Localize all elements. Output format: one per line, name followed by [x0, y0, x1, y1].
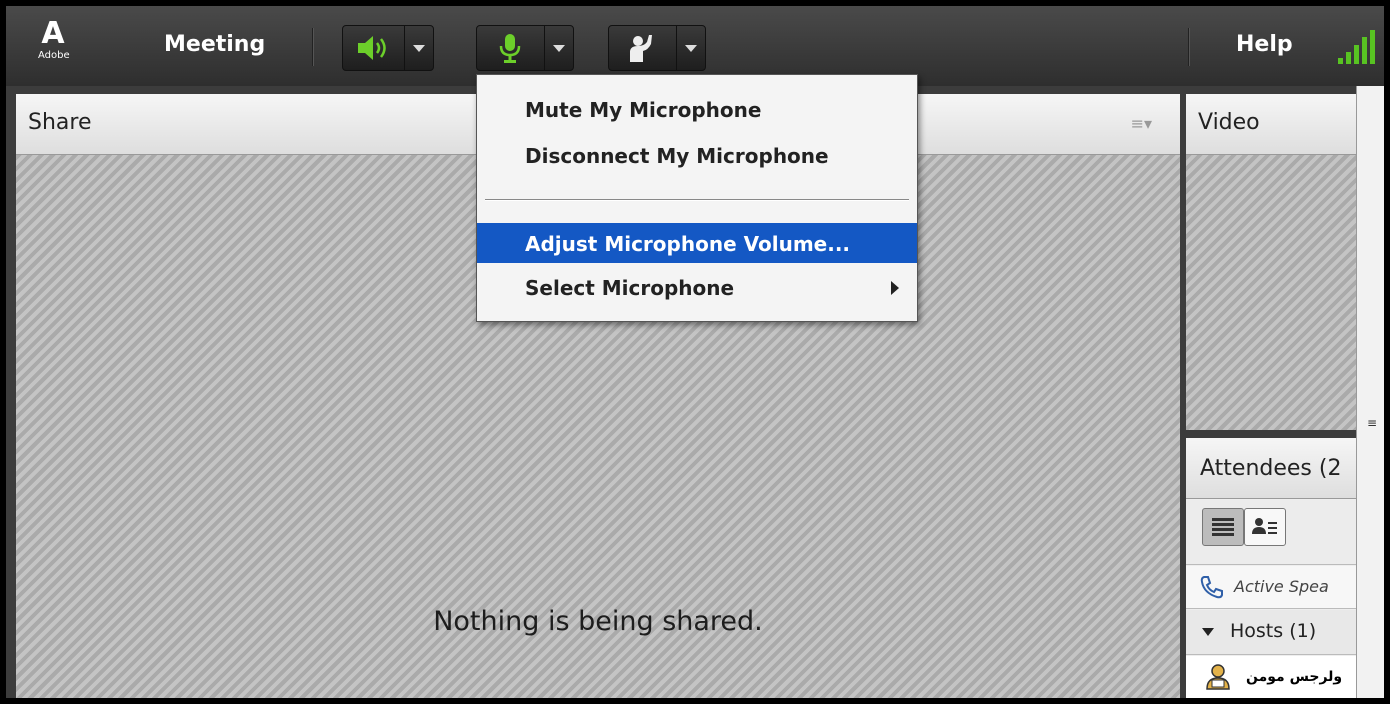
video-area [1186, 155, 1356, 430]
panel-resize-grip[interactable]: ≡ [1367, 416, 1377, 430]
right-panel-scrollbar[interactable]: ≡ [1356, 86, 1384, 698]
host-name: ولرجس مومن [1246, 669, 1343, 685]
pod-options-icon[interactable]: ≡▾ [1131, 114, 1152, 133]
menu-item-disconnect-microphone[interactable]: Disconnect My Microphone [477, 135, 917, 175]
hosts-label: Hosts (1) [1230, 620, 1317, 642]
adobe-logo: A Adobe [38, 16, 70, 74]
microphone-button[interactable] [476, 25, 574, 71]
host-user-icon [1204, 662, 1232, 694]
menu-item-label: Disconnect My Microphone [525, 144, 829, 168]
meeting-menu[interactable]: Meeting [164, 32, 265, 57]
attendees-toolbar [1186, 500, 1356, 565]
meeting-window: A Adobe Meeting Help Share ≡▾ Nothing is… [6, 6, 1384, 698]
video-pod: Video [1186, 94, 1356, 430]
connection-signal-icon [1336, 28, 1376, 66]
microphone-icon[interactable] [477, 26, 543, 70]
collapse-triangle-icon[interactable] [1202, 628, 1214, 636]
video-pod-title: Video [1198, 110, 1260, 135]
attendee-row[interactable]: ولرجس مومن [1186, 656, 1356, 698]
help-menu[interactable]: Help [1236, 32, 1293, 57]
menu-item-mute-microphone[interactable]: Mute My Microphone [477, 89, 917, 129]
toolbar-divider-right [1188, 28, 1190, 66]
toolbar-divider [312, 28, 314, 66]
submenu-arrow-icon [891, 281, 899, 295]
menu-item-label: Mute My Microphone [525, 98, 762, 122]
microphone-dropdown-menu: Mute My Microphone Disconnect My Microph… [476, 74, 918, 322]
menu-item-adjust-microphone-volume[interactable]: Adjust Microphone Volume... [477, 223, 917, 263]
hosts-group-header[interactable]: Hosts (1) [1186, 610, 1356, 655]
status-options-caret[interactable] [676, 26, 705, 70]
active-speakers-row: Active Spea [1186, 566, 1356, 609]
status-button[interactable] [608, 25, 706, 71]
attendees-count: (2 [1318, 456, 1342, 481]
phone-icon [1198, 574, 1224, 604]
attendees-pod-header: Attendees (2 [1186, 438, 1356, 499]
menu-item-label: Adjust Microphone Volume... [525, 232, 851, 256]
active-speakers-label: Active Spea [1234, 577, 1329, 596]
speaker-icon[interactable] [343, 26, 403, 70]
speaker-options-caret[interactable] [404, 26, 433, 70]
adobe-logo-text: Adobe [38, 50, 70, 61]
list-view-icon [1212, 518, 1234, 536]
list-view-button[interactable] [1202, 508, 1244, 546]
adobe-logo-icon: A [41, 16, 65, 51]
empty-share-message: Nothing is being shared. [433, 606, 763, 637]
menu-item-label: Select Microphone [525, 276, 735, 300]
raise-hand-icon[interactable] [609, 26, 675, 70]
microphone-options-caret[interactable] [544, 26, 573, 70]
speaker-button[interactable] [342, 25, 434, 71]
attendees-pod: Attendees (2 Active Spea Hosts (1) ولرجس… [1186, 438, 1356, 698]
menu-divider [485, 199, 909, 201]
menu-item-select-microphone[interactable]: Select Microphone [477, 267, 917, 307]
attendees-title-text: Attendees [1200, 456, 1312, 481]
share-pod-title: Share [28, 110, 92, 135]
attendee-details-view-button[interactable] [1244, 508, 1286, 546]
attendees-pod-title: Attendees (2 [1200, 456, 1341, 481]
person-list-icon [1252, 518, 1277, 534]
video-pod-header: Video [1186, 94, 1356, 155]
